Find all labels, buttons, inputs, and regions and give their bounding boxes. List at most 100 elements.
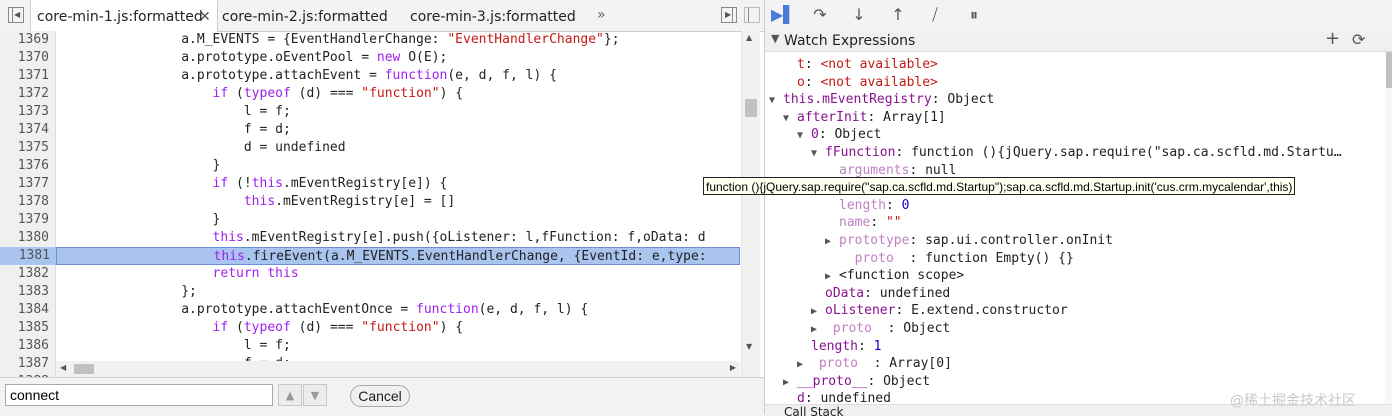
code-line[interactable]: a.M_EVENTS = {EventHandlerChange: "Event… (56, 31, 740, 49)
line-number[interactable]: 1373 (18, 103, 49, 121)
expanded-arrow-icon[interactable]: ▼ (811, 145, 825, 162)
watch-row[interactable]: ▶ proto : Object (811, 320, 950, 337)
editor-horizontal-scrollbar[interactable]: ◀ ▶ (56, 361, 740, 377)
refresh-icon[interactable]: ⟳ (1352, 30, 1365, 49)
line-number[interactable]: 1374 (18, 121, 49, 139)
collapsed-arrow-icon[interactable]: ▶ (811, 321, 825, 338)
step-into-icon[interactable]: ↓ (847, 4, 871, 26)
tab-core-min-3[interactable]: core-min-3.js:formatted (410, 0, 576, 31)
watch-row[interactable]: length: 0 (825, 197, 909, 214)
step-out-icon[interactable]: ↑ (886, 4, 910, 26)
watch-expressions-header[interactable]: ▼ Watch Expressions + ⟳ (765, 28, 1392, 52)
code-line[interactable]: f = d; (56, 121, 740, 139)
scrollbar-thumb[interactable] (745, 99, 757, 117)
resume-icon[interactable]: ▶▌ (771, 4, 796, 26)
line-number[interactable]: 1384 (18, 301, 49, 319)
toggle-debugger-sidebar-icon[interactable]: ▶ (721, 7, 737, 23)
search-input[interactable] (5, 384, 273, 406)
collapsed-arrow-icon[interactable]: ▶ (783, 374, 797, 391)
line-number[interactable]: 1372 (18, 85, 49, 103)
cancel-button[interactable]: Cancel (350, 385, 410, 407)
step-over-icon[interactable]: ↷ (808, 4, 832, 26)
watch-row[interactable]: ▶ <function scope> (825, 267, 964, 284)
dock-left-icon[interactable]: ◀ (8, 7, 24, 23)
scroll-down-icon[interactable]: ▼ (746, 342, 752, 351)
watch-row[interactable]: ▶ proto : Array[0] (797, 355, 952, 372)
deactivate-breakpoints-icon[interactable]: ⧸ (923, 4, 947, 26)
line-number[interactable]: 1377 (18, 175, 49, 193)
code-area[interactable]: a.M_EVENTS = {EventHandlerChange: "Event… (56, 31, 740, 377)
editor-vertical-scrollbar[interactable]: ▲ ▼ (741, 31, 760, 377)
code-line[interactable]: this.mEventRegistry[e] = [] (56, 193, 740, 211)
expanded-arrow-icon[interactable]: ▼ (783, 110, 797, 127)
current-execution-line[interactable]: this.fireEvent(a.M_EVENTS.EventHandlerCh… (56, 247, 740, 265)
code-line[interactable]: } (56, 157, 740, 175)
code-line[interactable]: l = f; (56, 337, 740, 355)
line-number[interactable]: 1387 (18, 355, 49, 373)
watch-row[interactable]: name: "" (825, 214, 902, 231)
line-number[interactable]: 1382 (18, 265, 49, 283)
tab-overflow-icon[interactable]: » (597, 0, 606, 30)
line-number[interactable]: 1380 (18, 229, 49, 247)
watch-row[interactable]: oData: undefined (811, 285, 950, 302)
line-number[interactable]: 1369 (18, 31, 49, 49)
code-editor[interactable]: 1369 1370 1371 1372 1373 1374 1375 1376 1377 1378… (0, 31, 760, 377)
line-number[interactable]: 1378 (18, 193, 49, 211)
code-line[interactable]: if (typeof (d) === "function") { (56, 319, 740, 337)
collapse-icon[interactable]: ▼ (771, 32, 779, 45)
code-line[interactable]: d = undefined (56, 139, 740, 157)
watch-row[interactable]: ▼ fFunction: function (){jQuery.sap.requi… (811, 144, 1342, 161)
find-previous-button[interactable]: ▲ (278, 384, 302, 406)
pause-on-exceptions-icon[interactable]: ⏸ (962, 4, 986, 26)
scrollbar-thumb[interactable] (74, 364, 94, 374)
watch-row[interactable]: ▼ 0: Object (797, 126, 881, 143)
scroll-left-icon[interactable]: ◀ (60, 363, 66, 372)
watch-scrollbar[interactable] (1385, 52, 1392, 404)
code-line[interactable]: l = f; (56, 103, 740, 121)
code-line[interactable]: a.prototype.oEventPool = new O(E); (56, 49, 740, 67)
add-icon[interactable]: + (1325, 28, 1340, 49)
watch-row[interactable]: ▶ __proto__: Object (783, 373, 930, 390)
code-line[interactable]: return this (56, 265, 740, 283)
watch-tree[interactable]: t: <not available> o: <not available> ▼ thi… (765, 52, 1385, 404)
line-number-gutter[interactable]: 1369 1370 1371 1372 1373 1374 1375 1376 1377 1378… (0, 31, 56, 377)
line-number[interactable]: 1383 (18, 283, 49, 301)
line-number[interactable]: 1385 (18, 319, 49, 337)
code-line[interactable]: a.prototype.attachEventOnce = function(e… (56, 301, 740, 319)
find-next-button[interactable]: ▼ (303, 384, 327, 406)
tab-core-min-1[interactable]: core-min-1.js:formatted ✕ (30, 0, 218, 32)
panel-icon[interactable] (744, 7, 760, 23)
watch-row[interactable]: ▶ oListener: E.extend.constructor (811, 302, 1068, 319)
line-number[interactable]: 1381 (0, 247, 56, 265)
watch-row[interactable]: t: <not available> (783, 56, 938, 73)
code-line[interactable]: if (typeof (d) === "function") { (56, 85, 740, 103)
line-number[interactable]: 1386 (18, 337, 49, 355)
line-number[interactable]: 1371 (18, 67, 49, 85)
watch-row[interactable]: proto : function Empty() {} (825, 250, 1074, 267)
code-line[interactable]: } (56, 211, 740, 229)
line-number[interactable]: 1379 (18, 211, 49, 229)
line-number[interactable]: 1375 (18, 139, 49, 157)
watch-row[interactable]: d: undefined (783, 390, 891, 404)
watch-row[interactable]: ▶ prototype: sap.ui.controller.onInit (825, 232, 1113, 249)
watch-row[interactable]: ▼ this.mEventRegistry: Object (769, 91, 994, 108)
tab-core-min-2[interactable]: core-min-2.js:formatted (222, 0, 388, 31)
watch-row[interactable]: ▼ afterInit: Array[1] (783, 109, 946, 126)
code-line[interactable]: }; (56, 283, 740, 301)
collapsed-arrow-icon[interactable]: ▶ (825, 268, 839, 285)
scroll-right-icon[interactable]: ▶ (730, 363, 736, 372)
line-number[interactable]: 1376 (18, 157, 49, 175)
watch-row[interactable]: o: <not available> (783, 74, 938, 91)
code-line[interactable]: if (!this.mEventRegistry[e]) { (56, 175, 740, 193)
collapsed-arrow-icon[interactable]: ▶ (811, 303, 825, 320)
scroll-up-icon[interactable]: ▲ (746, 33, 752, 42)
watch-row[interactable]: length: 1 (797, 338, 881, 355)
expanded-arrow-icon[interactable]: ▼ (769, 92, 783, 109)
code-line[interactable]: this.mEventRegistry[e].push({oListener: … (56, 229, 740, 247)
scrollbar-thumb[interactable] (1386, 52, 1392, 88)
line-number[interactable]: 1370 (18, 49, 49, 67)
expanded-arrow-icon[interactable]: ▼ (797, 127, 811, 144)
collapsed-arrow-icon[interactable]: ▶ (797, 356, 811, 373)
code-line[interactable]: a.prototype.attachEvent = function(e, d,… (56, 67, 740, 85)
close-icon[interactable]: ✕ (199, 0, 211, 34)
